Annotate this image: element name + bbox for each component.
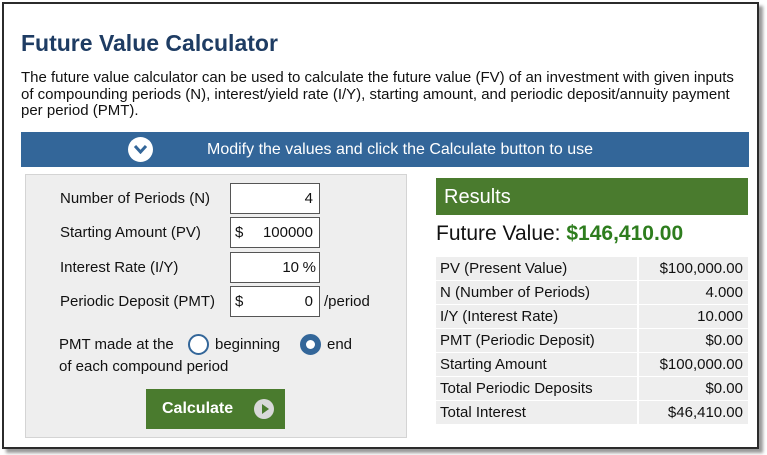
row-label: I/Y (Interest Rate) <box>436 305 637 328</box>
future-value-amount: $146,410.00 <box>566 222 684 245</box>
chevron-down-circle-icon[interactable] <box>128 137 153 162</box>
row-value: $100,000.00 <box>639 353 748 376</box>
pmt-timing-label-2: of each compound period <box>59 358 229 375</box>
row-value: $0.00 <box>639 377 748 400</box>
play-arrow-icon <box>254 399 274 419</box>
interest-rate-input[interactable]: 10 % <box>230 252 320 283</box>
pmt-timing-label: PMT made at the <box>59 336 174 353</box>
results-table: PV (Present Value) $100,000.00 N (Number… <box>436 257 748 425</box>
future-value-line: Future Value: $146,410.00 <box>436 222 683 246</box>
table-row: N (Number of Periods) 4.000 <box>436 281 748 305</box>
row-value: 4.000 <box>639 281 748 304</box>
periods-input[interactable]: 4 <box>230 183 320 214</box>
calculate-button[interactable]: Calculate <box>146 389 285 429</box>
future-value-label: Future Value: <box>436 222 561 245</box>
table-row: Total Interest $46,410.00 <box>436 401 748 425</box>
starting-value: 100000 <box>262 224 313 241</box>
row-label: N (Number of Periods) <box>436 281 637 304</box>
row-label: Total Periodic Deposits <box>436 377 637 400</box>
row-label: PMT (Periodic Deposit) <box>436 329 637 352</box>
deposit-label: Periodic Deposit (PMT) <box>60 293 216 310</box>
table-row: PV (Present Value) $100,000.00 <box>436 257 748 281</box>
radio-beginning[interactable] <box>188 334 209 355</box>
row-label: PV (Present Value) <box>436 257 637 280</box>
page-description: The future value calculator can be used … <box>21 69 734 119</box>
calculator-frame: Future Value Calculator The future value… <box>2 2 759 449</box>
instructions-banner[interactable]: Modify the values and click the Calculat… <box>21 132 749 167</box>
percent-suffix: % <box>302 259 316 276</box>
rate-label: Interest Rate (I/Y) <box>60 259 179 276</box>
results-heading: Results <box>444 186 511 208</box>
radio-beginning-label[interactable]: beginning <box>215 336 280 353</box>
results-header: Results <box>436 178 748 215</box>
rate-value: 10 <box>282 259 299 276</box>
input-panel: Number of Periods (N) 4 Starting Amount … <box>25 174 407 438</box>
periodic-deposit-input[interactable]: $ 0 <box>230 286 320 317</box>
currency-prefix: $ <box>235 293 244 310</box>
radio-end[interactable] <box>300 334 321 355</box>
table-row: Total Periodic Deposits $0.00 <box>436 377 748 401</box>
periods-label: Number of Periods (N) <box>60 190 211 207</box>
starting-amount-input[interactable]: $ 100000 <box>230 217 320 248</box>
calculate-label: Calculate <box>162 400 234 417</box>
table-row: I/Y (Interest Rate) 10.000 <box>436 305 748 329</box>
starting-label: Starting Amount (PV) <box>60 224 201 241</box>
page-title: Future Value Calculator <box>21 30 278 56</box>
row-value: $0.00 <box>639 329 748 352</box>
row-label: Total Interest <box>436 401 637 424</box>
row-value: $100,000.00 <box>639 257 748 280</box>
row-value: $46,410.00 <box>639 401 748 424</box>
row-value: 10.000 <box>639 305 748 328</box>
periods-value: 4 <box>304 190 313 207</box>
row-label: Starting Amount <box>436 353 637 376</box>
per-period-label: /period <box>324 293 370 310</box>
radio-end-label[interactable]: end <box>327 336 352 353</box>
currency-prefix: $ <box>235 224 244 241</box>
table-row: PMT (Periodic Deposit) $0.00 <box>436 329 748 353</box>
deposit-value: 0 <box>304 293 313 310</box>
table-row: Starting Amount $100,000.00 <box>436 353 748 377</box>
banner-text: Modify the values and click the Calculat… <box>207 141 593 158</box>
